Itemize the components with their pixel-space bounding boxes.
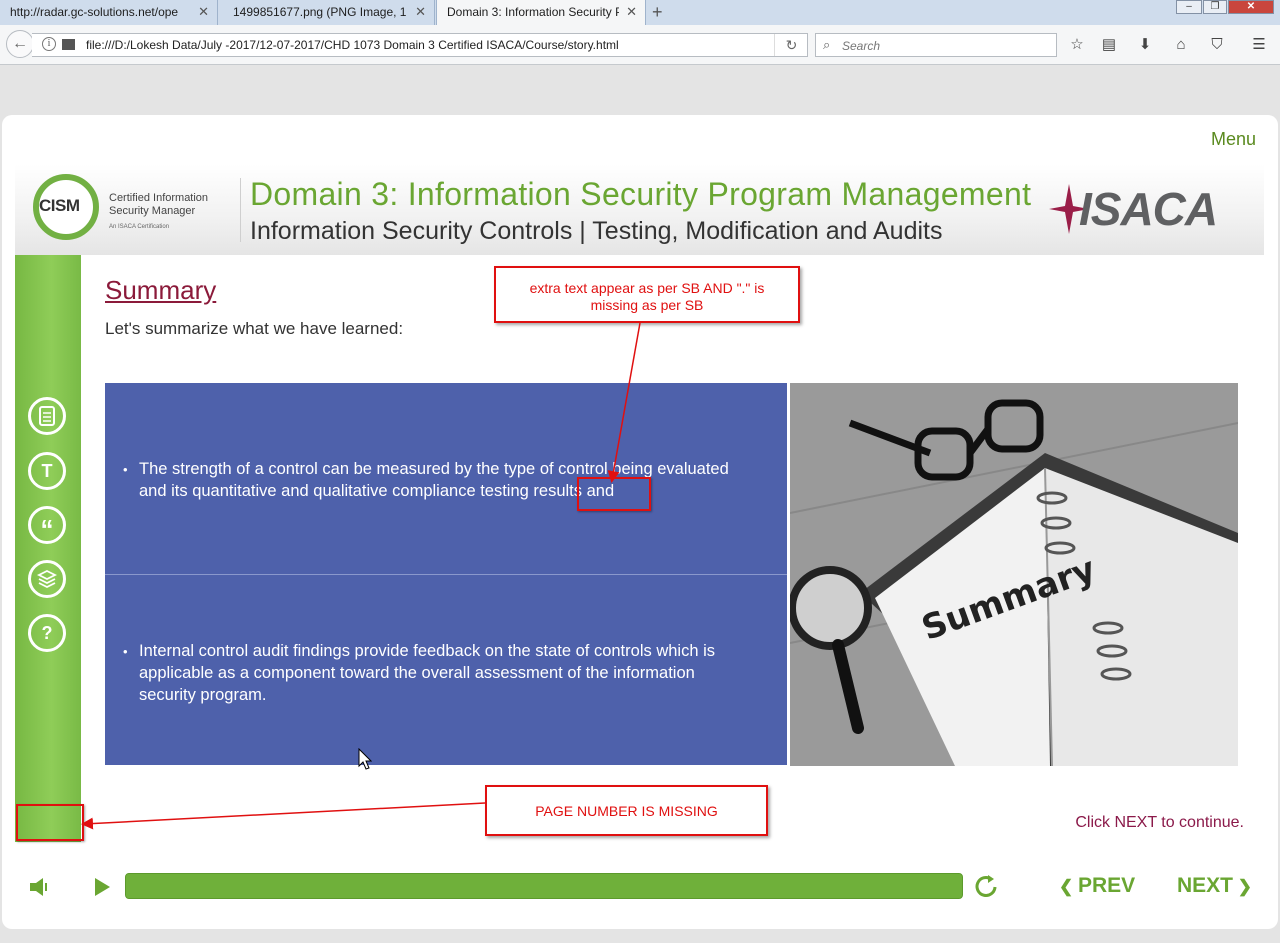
- bullet: •: [123, 644, 128, 659]
- next-label: NEXT: [1177, 874, 1234, 897]
- close-tab-icon[interactable]: ✕: [198, 4, 209, 20]
- cism-logo-word: CISM: [39, 196, 80, 215]
- glossary-icon[interactable]: T: [28, 452, 66, 490]
- quote-icon[interactable]: “: [28, 506, 66, 544]
- help-icon[interactable]: ?: [28, 614, 66, 652]
- url-text[interactable]: file:///D:/Lokesh Data/July -2017/12-07-…: [86, 38, 619, 52]
- cism-logo-line2: Security Manager: [109, 205, 196, 217]
- cism-logo-line3: An ISACA Certification: [109, 224, 170, 230]
- course-banner: CISM Certified Information Security Mana…: [15, 164, 1264, 255]
- isaca-logo: ISACA: [1049, 180, 1229, 240]
- isaca-logo-word: ISACA: [1079, 183, 1218, 235]
- close-tab-icon[interactable]: ✕: [415, 4, 426, 20]
- cism-logo: CISM Certified Information Security Mana…: [33, 174, 233, 244]
- player-controls: ❮ PREV NEXT ❯: [15, 860, 1264, 920]
- menu-link[interactable]: Menu: [1211, 129, 1256, 150]
- browser-tab-1[interactable]: http://radar.gc-solutions.net/ope ✕: [0, 0, 218, 25]
- tab-title: 1499851677.png (PNG Image, 127: [233, 5, 407, 19]
- next-button[interactable]: NEXT ❯: [1177, 874, 1252, 900]
- volume-icon[interactable]: [27, 875, 53, 899]
- summary-intro: Let's summarize what we have learned:: [105, 319, 404, 338]
- search-placeholder: Search: [842, 39, 881, 53]
- annotation-extra-text: extra text appear as per SB AND "." is m…: [494, 266, 800, 323]
- replay-icon[interactable]: [973, 873, 1001, 901]
- course-sidebar: T “ ?: [15, 255, 81, 842]
- chevron-left-icon: ❮: [1059, 877, 1078, 896]
- search-icon: ⌕: [823, 37, 831, 52]
- reload-icon[interactable]: ↻: [774, 34, 808, 56]
- back-arrow-icon[interactable]: ←: [6, 30, 34, 58]
- info-icon[interactable]: i: [42, 37, 56, 51]
- annotation-page-number: PAGE NUMBER IS MISSING: [485, 785, 768, 836]
- download-icon[interactable]: ⬇: [1134, 34, 1156, 56]
- page-icon: [62, 39, 75, 50]
- reading-list-icon[interactable]: ▤: [1098, 34, 1120, 56]
- summary-panel: • The strength of a control can be measu…: [105, 383, 787, 765]
- bookmark-star-icon[interactable]: ☆: [1066, 34, 1088, 56]
- summary-point-1: • The strength of a control can be measu…: [105, 383, 787, 574]
- summary-photo: Summary: [790, 383, 1238, 766]
- window-close-icon[interactable]: ✕: [1228, 0, 1274, 14]
- hamburger-menu-icon[interactable]: ☰: [1248, 34, 1270, 56]
- play-icon[interactable]: [90, 875, 114, 899]
- progress-bar[interactable]: [125, 873, 963, 899]
- search-input[interactable]: ⌕ Search: [815, 33, 1057, 57]
- bullet: •: [123, 462, 128, 477]
- browser-tab-3[interactable]: Domain 3: Information Security P ✕: [436, 0, 646, 25]
- browser-tab-bar: http://radar.gc-solutions.net/ope ✕ 1499…: [0, 0, 1280, 25]
- chevron-right-icon: ❯: [1233, 877, 1252, 896]
- annotation-highlight-page-number: [16, 804, 84, 841]
- banner-divider: [240, 178, 241, 242]
- restore-icon[interactable]: ❐: [1203, 0, 1227, 14]
- summary-title: Summary: [105, 275, 217, 305]
- home-icon[interactable]: ⌂: [1170, 34, 1192, 56]
- new-tab-icon[interactable]: +: [652, 2, 663, 23]
- close-tab-icon[interactable]: ✕: [626, 4, 637, 20]
- annotation-highlight-and: [577, 477, 651, 511]
- banner-subtitle: Information Security Controls | Testing,…: [250, 217, 943, 245]
- prev-label: PREV: [1077, 874, 1136, 897]
- tab-title: http://radar.gc-solutions.net/ope: [10, 5, 179, 19]
- progress-fill: [126, 874, 962, 898]
- prev-button[interactable]: ❮ PREV: [1059, 874, 1135, 900]
- browser-nav-bar: ← i file:///D:/Lokesh Data/July -2017/12…: [0, 25, 1280, 65]
- minimize-icon[interactable]: –: [1176, 0, 1202, 14]
- tab-title: Domain 3: Information Security P: [447, 5, 619, 19]
- notes-icon[interactable]: [28, 397, 66, 435]
- summary-point-2: • Internal control audit findings provid…: [105, 574, 787, 765]
- cism-logo-line1: Certified Information: [109, 192, 209, 204]
- pocket-icon[interactable]: ⛉: [1206, 34, 1228, 56]
- summary-point-text: Internal control audit findings provide …: [139, 642, 716, 704]
- continue-hint: Click NEXT to continue.: [1075, 814, 1244, 831]
- browser-tab-2[interactable]: 1499851677.png (PNG Image, 127 ✕: [223, 0, 435, 25]
- banner-title: Domain 3: Information Security Program M…: [250, 176, 1032, 212]
- mouse-cursor-icon: [358, 748, 372, 770]
- layers-icon[interactable]: [28, 560, 66, 598]
- address-bar[interactable]: i file:///D:/Lokesh Data/July -2017/12-0…: [32, 33, 808, 57]
